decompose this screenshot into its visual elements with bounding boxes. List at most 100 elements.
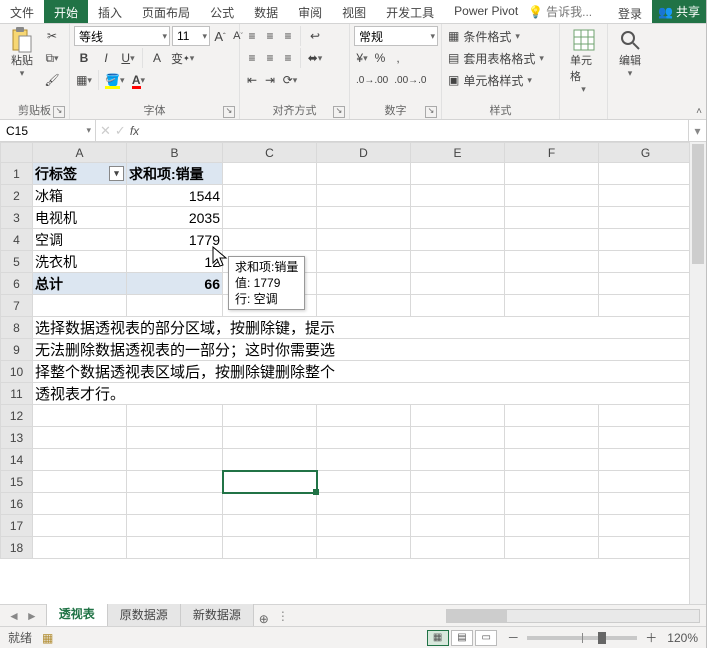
bold-button[interactable]: B xyxy=(74,48,94,68)
zoom-level[interactable]: 120% xyxy=(667,631,698,645)
tab-data[interactable]: 数据 xyxy=(244,0,288,23)
row-header-15[interactable]: 15 xyxy=(1,471,33,493)
tab-formulas[interactable]: 公式 xyxy=(200,0,244,23)
fill-handle[interactable] xyxy=(313,489,319,495)
increase-font-button[interactable]: Aˆ xyxy=(212,26,228,46)
tab-review[interactable]: 审阅 xyxy=(288,0,332,23)
share-button[interactable]: 👥 共享 xyxy=(652,0,706,23)
worksheet-grid[interactable]: A B C D E F G 1 行标签 ▾ 求和项:销量 2 冰箱 xyxy=(0,142,706,604)
wrap-text-button[interactable]: ↩ xyxy=(305,26,325,46)
view-page-break-button[interactable]: ▭ xyxy=(475,630,497,646)
font-name-combo[interactable]: 等线▾ xyxy=(74,26,170,46)
tab-page-layout[interactable]: 页面布局 xyxy=(132,0,200,23)
active-cell[interactable] xyxy=(223,471,317,493)
note-text[interactable]: 择整个数据透视表区域后，按删除键删除整个 xyxy=(33,361,693,383)
comma-button[interactable]: , xyxy=(390,48,406,68)
col-header-G[interactable]: G xyxy=(599,143,693,163)
paste-button[interactable]: 粘贴 ▾ xyxy=(4,26,40,81)
cell-styles-button[interactable]: ▣单元格样式▾ xyxy=(446,70,556,90)
row-header-18[interactable]: 18 xyxy=(1,537,33,559)
pivot-total-value[interactable]: 66 xyxy=(127,273,223,295)
tell-me[interactable]: 💡 告诉我... xyxy=(528,0,592,23)
font-size-combo[interactable]: 11▾ xyxy=(172,26,210,46)
view-page-layout-button[interactable]: ▤ xyxy=(451,630,473,646)
row-header-7[interactable]: 7 xyxy=(1,295,33,317)
italic-button[interactable]: I xyxy=(96,48,116,68)
increase-indent-button[interactable]: ⇥ xyxy=(262,70,278,90)
new-sheet-button[interactable]: ⊕ xyxy=(253,612,275,626)
align-middle-button[interactable]: ≡ xyxy=(262,26,278,46)
note-text[interactable]: 无法删除数据透视表的一部分；这时你需要选 xyxy=(33,339,693,361)
tab-view[interactable]: 视图 xyxy=(332,0,376,23)
fill-color-button[interactable]: 🪣▾ xyxy=(103,70,126,90)
row-header-4[interactable]: 4 xyxy=(1,229,33,251)
row-header-14[interactable]: 14 xyxy=(1,449,33,471)
copy-button[interactable]: ⧉▾ xyxy=(42,48,62,68)
align-right-button[interactable]: ≡ xyxy=(280,48,296,68)
row-header-9[interactable]: 9 xyxy=(1,339,33,361)
pivot-row[interactable]: 洗衣机 xyxy=(33,251,127,273)
sheet-nav-prev[interactable]: ◄ xyxy=(8,609,20,623)
fx-button[interactable]: fx xyxy=(130,124,139,138)
note-text[interactable]: 选择数据透视表的部分区域，按删除键，提示 xyxy=(33,317,693,339)
underline-button[interactable]: U▾ xyxy=(118,48,138,68)
row-header-12[interactable]: 12 xyxy=(1,405,33,427)
pivot-row[interactable]: 空调 xyxy=(33,229,127,251)
pivot-row[interactable]: 电视机 xyxy=(33,207,127,229)
align-bottom-button[interactable]: ≡ xyxy=(280,26,296,46)
sheet-tab-original[interactable]: 原数据源 xyxy=(107,602,181,626)
col-header-E[interactable]: E xyxy=(411,143,505,163)
formula-input[interactable] xyxy=(143,120,688,141)
sheet-nav-next[interactable]: ► xyxy=(26,609,38,623)
name-box[interactable]: C15▾ xyxy=(0,120,96,141)
horizontal-scrollbar[interactable] xyxy=(446,609,706,623)
collapse-ribbon-button[interactable]: ˄ xyxy=(696,106,702,117)
row-header-2[interactable]: 2 xyxy=(1,185,33,207)
number-format-combo[interactable]: 常规▾ xyxy=(354,26,438,46)
expand-formula-bar[interactable]: ▾ xyxy=(688,120,706,141)
tab-power-pivot[interactable]: Power Pivot xyxy=(444,0,528,23)
row-header-5[interactable]: 5 xyxy=(1,251,33,273)
tab-file[interactable]: 文件 xyxy=(0,0,44,23)
row-header-1[interactable]: 1 xyxy=(1,163,33,185)
col-header-D[interactable]: D xyxy=(317,143,411,163)
accounting-format-button[interactable]: ¥▾ xyxy=(354,48,370,68)
pivot-row[interactable]: 冰箱 xyxy=(33,185,127,207)
sheet-tab-new[interactable]: 新数据源 xyxy=(180,602,254,626)
login-button[interactable]: 登录 xyxy=(608,1,652,22)
align-top-button[interactable]: ≡ xyxy=(244,26,260,46)
col-header-C[interactable]: C xyxy=(223,143,317,163)
vertical-scrollbar[interactable] xyxy=(689,142,706,604)
align-left-button[interactable]: ≡ xyxy=(244,48,260,68)
phonetic-dropdown[interactable]: 变✦▾ xyxy=(169,48,196,68)
tab-developer[interactable]: 开发工具 xyxy=(376,0,444,23)
pivot-value[interactable]: 1779 xyxy=(127,229,223,251)
align-dialog-launcher[interactable]: ↘ xyxy=(333,106,345,118)
editing-button[interactable]: 编辑 ▾ xyxy=(612,26,648,81)
borders-button[interactable]: ▦▾ xyxy=(74,70,94,90)
tab-insert[interactable]: 插入 xyxy=(88,0,132,23)
pivot-total-label[interactable]: 总计 xyxy=(33,273,127,295)
col-header-B[interactable]: B xyxy=(127,143,223,163)
note-text[interactable]: 透视表才行。 xyxy=(33,383,693,405)
phonetic-button[interactable]: A xyxy=(147,48,167,68)
macro-record-icon[interactable]: ▦ xyxy=(42,631,53,645)
pivot-value[interactable]: 2035 xyxy=(127,207,223,229)
select-all-corner[interactable] xyxy=(1,143,33,163)
row-header-8[interactable]: 8 xyxy=(1,317,33,339)
row-header-6[interactable]: 6 xyxy=(1,273,33,295)
view-normal-button[interactable]: ▦ xyxy=(427,630,449,646)
align-center-button[interactable]: ≡ xyxy=(262,48,278,68)
row-header-17[interactable]: 17 xyxy=(1,515,33,537)
increase-decimal-button[interactable]: .0→.00 xyxy=(354,70,390,90)
decrease-decimal-button[interactable]: .00→.0 xyxy=(392,70,428,90)
zoom-in-button[interactable]: ＋ xyxy=(645,629,657,646)
zoom-out-button[interactable]: － xyxy=(507,629,519,646)
font-dialog-launcher[interactable]: ↘ xyxy=(223,106,235,118)
format-as-table-button[interactable]: ▤套用表格格式▾ xyxy=(446,48,556,68)
pivot-value[interactable]: 12 xyxy=(127,251,223,273)
cut-button[interactable]: ✂ xyxy=(42,26,62,46)
conditional-format-button[interactable]: ▦条件格式▾ xyxy=(446,26,556,46)
format-painter-button[interactable]: 🖌 xyxy=(42,70,62,90)
row-header-11[interactable]: 11 xyxy=(1,383,33,405)
